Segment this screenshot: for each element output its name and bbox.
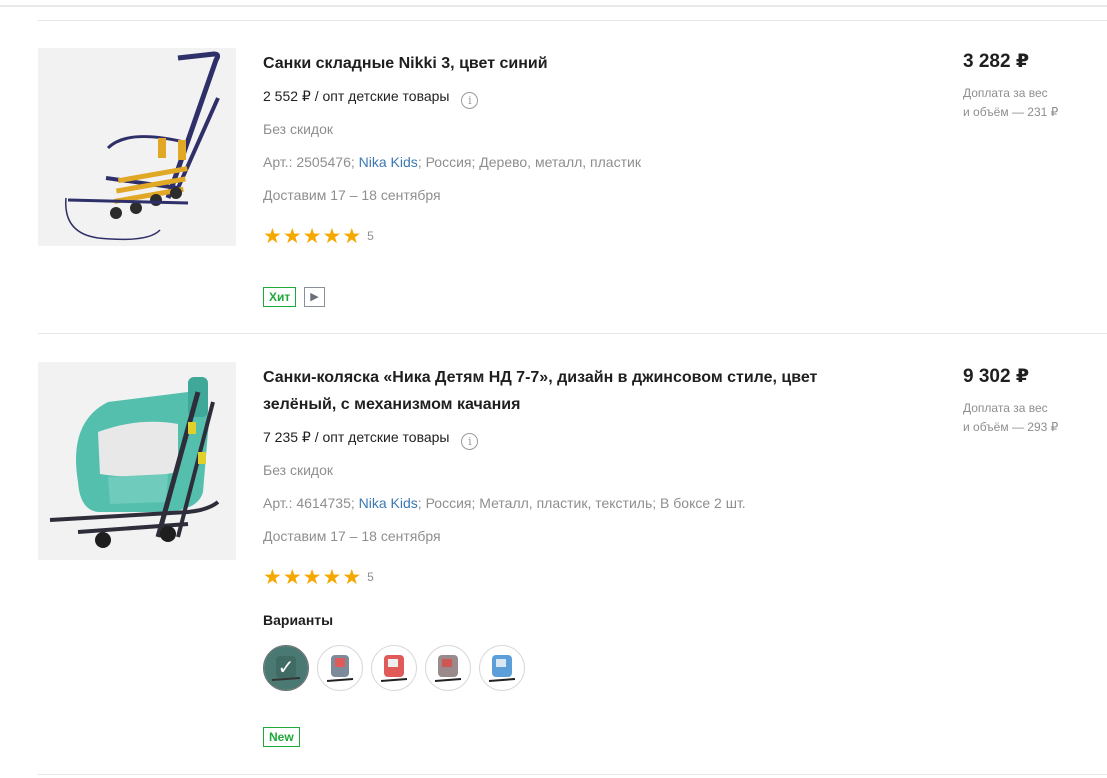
list-divider xyxy=(38,20,1107,21)
product-price: 9 302 ₽ xyxy=(963,366,1030,387)
surcharge-note: Доплата за вес и объём — 293 ₽ xyxy=(963,399,1093,437)
product-title[interactable]: Санки складные Nikki 3, цвет синий xyxy=(263,50,863,77)
variant-swatch[interactable] xyxy=(371,645,417,691)
price-block: 3 282 ₽ Доплата за вес и объём — 231 ₽ xyxy=(963,50,1093,122)
wholesale-price: 7 235 ₽ / опт детские товары i xyxy=(263,427,479,450)
info-icon[interactable]: i xyxy=(461,92,479,109)
product-image[interactable] xyxy=(38,48,236,246)
box-quantity: В боксе 2 шт. xyxy=(660,495,746,511)
delivery-date: Доставим 17 – 18 сентября xyxy=(263,528,441,544)
surcharge-line: и объём — 293 ₽ xyxy=(963,420,1059,434)
product-attributes: Арт.: 2505476; Nika Kids; Россия; Дерево… xyxy=(263,154,641,170)
star-icon: ★ xyxy=(263,225,282,248)
surcharge-note: Доплата за вес и объём — 231 ₽ xyxy=(963,84,1093,122)
rating[interactable]: ★★★★★ 5 xyxy=(263,225,374,248)
brand-link[interactable]: Nika Kids xyxy=(359,154,418,170)
article-number: Арт.: 2505476; xyxy=(263,154,355,170)
hit-badge: Хит xyxy=(263,287,297,307)
discount-label: Без скидок xyxy=(263,462,333,478)
star-icon: ★ xyxy=(322,566,342,589)
wholesale-text: 7 235 ₽ / опт детские товары xyxy=(263,429,450,445)
star-icon: ★ xyxy=(322,225,342,248)
surcharge-line: и объём — 231 ₽ xyxy=(963,105,1059,119)
price-block: 9 302 ₽ Доплата за вес и объём — 293 ₽ xyxy=(963,365,1093,437)
rating-count: 5 xyxy=(367,570,374,584)
play-icon[interactable]: ▶ xyxy=(304,287,325,307)
product-image[interactable] xyxy=(38,362,236,560)
surcharge-line: Доплата за вес xyxy=(963,86,1048,100)
star-icon: ★ xyxy=(263,566,282,589)
wholesale-text: 2 552 ₽ / опт детские товары xyxy=(263,88,450,104)
variant-swatches: ✓ xyxy=(263,645,533,691)
list-divider xyxy=(38,774,1107,775)
star-icon: ★ xyxy=(342,225,362,248)
check-icon: ✓ xyxy=(264,646,308,690)
new-badge: New xyxy=(263,727,300,747)
variant-swatch[interactable] xyxy=(317,645,363,691)
surcharge-line: Доплата за вес xyxy=(963,401,1048,415)
materials: Металл, пластик, текстиль; xyxy=(479,495,657,511)
variant-swatch[interactable]: ✓ xyxy=(263,645,309,691)
star-icon: ★ xyxy=(342,566,362,589)
product-attributes: Арт.: 4614735; Nika Kids; Россия; Металл… xyxy=(263,495,746,511)
rating[interactable]: ★★★★★ 5 xyxy=(263,566,374,589)
star-icon: ★ xyxy=(302,566,322,589)
wholesale-price: 2 552 ₽ / опт детские товары i xyxy=(263,86,479,109)
info-icon[interactable]: i xyxy=(461,433,479,450)
delivery-date: Доставим 17 – 18 сентября xyxy=(263,187,441,203)
star-icon: ★ xyxy=(302,225,322,248)
discount-label: Без скидок xyxy=(263,121,333,137)
country: Россия; xyxy=(425,154,476,170)
star-icon: ★ xyxy=(282,566,302,589)
product-price: 3 282 ₽ xyxy=(963,51,1030,72)
rating-count: 5 xyxy=(367,229,374,243)
country: Россия; xyxy=(425,495,476,511)
list-divider xyxy=(38,333,1107,334)
brand-link[interactable]: Nika Kids xyxy=(359,495,418,511)
star-icon: ★ xyxy=(282,225,302,248)
top-divider xyxy=(0,5,1107,7)
materials: Дерево, металл, пластик xyxy=(479,154,641,170)
article-number: Арт.: 4614735; xyxy=(263,495,355,511)
product-title[interactable]: Санки-коляска «Ника Детям НД 7-7», дизай… xyxy=(263,364,843,418)
variant-swatch[interactable] xyxy=(425,645,471,691)
variant-swatch[interactable] xyxy=(479,645,525,691)
variants-label: Варианты xyxy=(263,612,334,628)
